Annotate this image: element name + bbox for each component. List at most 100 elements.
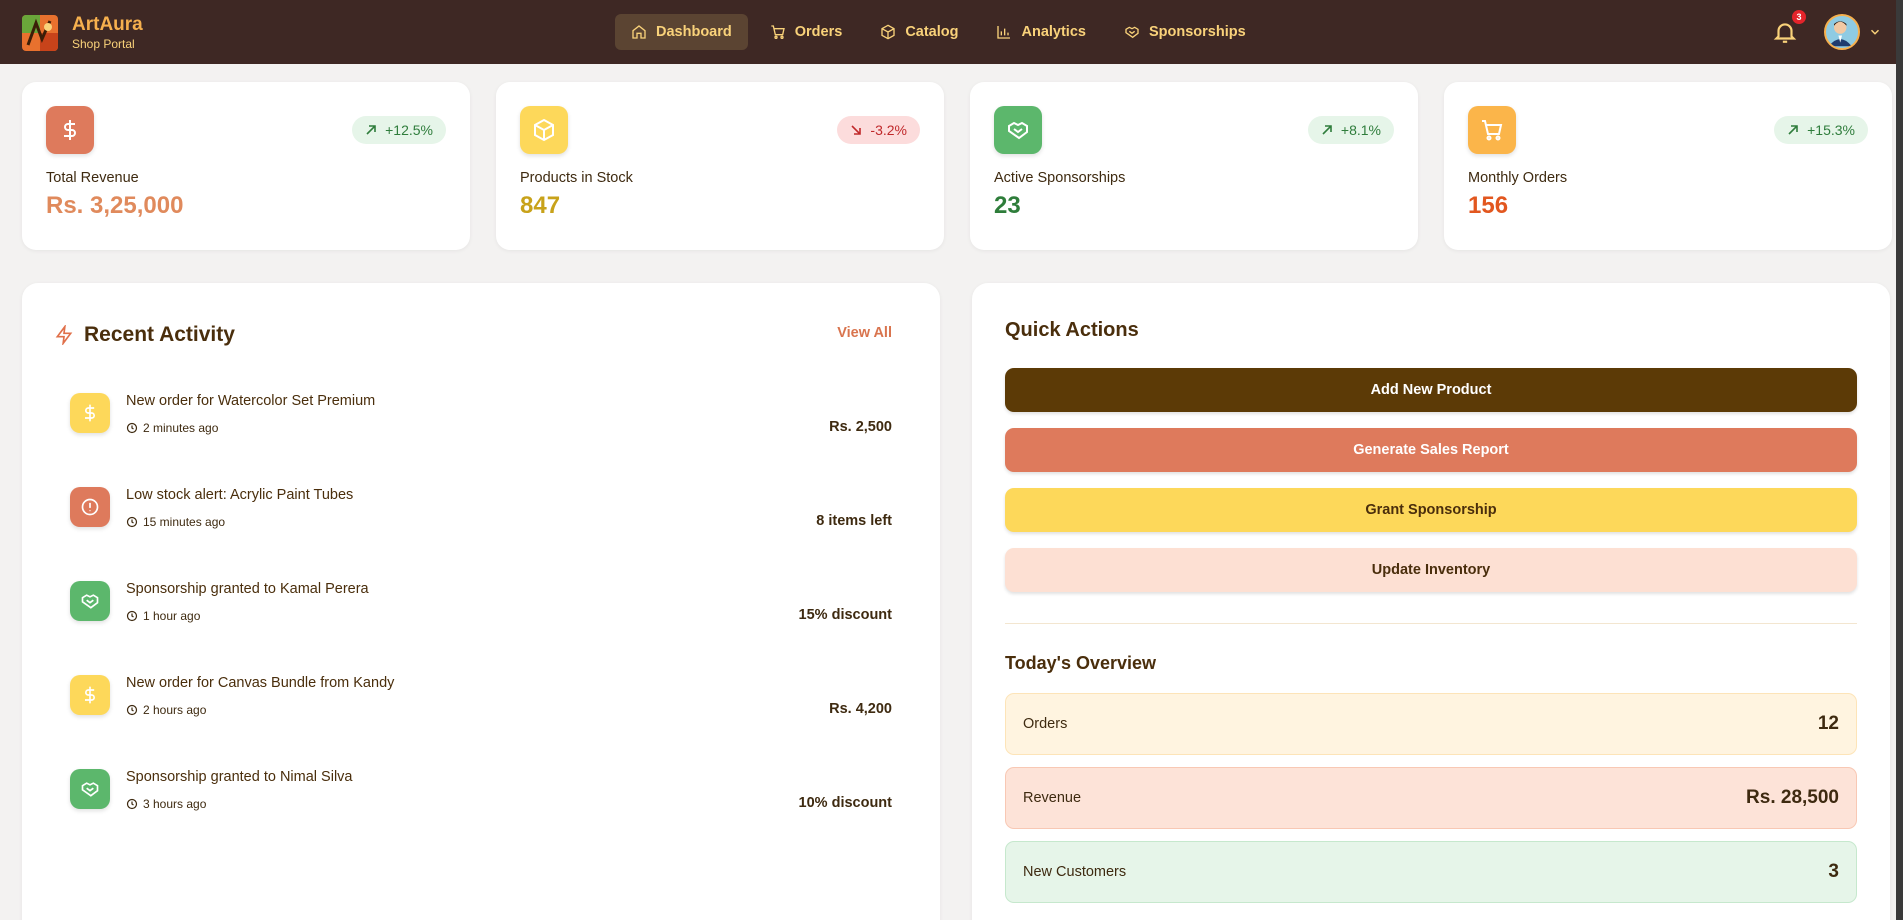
time-text: 3 hours ago	[143, 797, 207, 811]
stat-value: Rs. 3,25,000	[46, 192, 184, 219]
stat-card-revenue: +12.5% Total Revenue Rs. 3,25,000	[22, 82, 470, 250]
box-icon	[881, 24, 895, 40]
arrow-up-right-icon	[1788, 125, 1798, 135]
nav-dashboard[interactable]: Dashboard	[615, 14, 748, 50]
nav-dashboard-label: Dashboard	[656, 24, 732, 40]
handshake-icon	[994, 106, 1042, 154]
handshake-icon	[70, 581, 110, 621]
stat-label: Total Revenue	[46, 170, 139, 186]
bar-chart-icon	[997, 26, 1011, 39]
nav-sponsorships-label: Sponsorships	[1148, 24, 1246, 40]
activity-value: 15% discount	[798, 607, 892, 623]
stat-label: Products in Stock	[520, 170, 633, 186]
overview-value: 12	[1817, 713, 1839, 734]
dollar-icon	[70, 393, 110, 433]
overview-label: Orders	[1023, 716, 1068, 732]
section-title: Recent Activity	[84, 323, 235, 346]
stat-label: Monthly Orders	[1468, 170, 1568, 186]
overview-row-orders: Orders 12	[1005, 693, 1857, 755]
trend-badge: +15.3%	[1774, 116, 1868, 144]
time-text: 15 minutes ago	[143, 515, 226, 529]
trend-value: +8.1%	[1340, 122, 1381, 138]
activity-value: Rs. 2,500	[829, 419, 892, 435]
overview-title: Today's Overview	[1005, 653, 1157, 673]
overview-row-new-customers: New Customers 3	[1005, 841, 1857, 903]
nav-catalog[interactable]: Catalog	[864, 14, 974, 50]
window-edge	[1896, 0, 1903, 920]
nav-analytics[interactable]: Analytics	[980, 14, 1101, 50]
activity-text: Sponsorship granted to Kamal Perera	[126, 581, 369, 597]
activity-time: 2 hours ago	[126, 703, 206, 717]
trend-value: +15.3%	[1807, 122, 1855, 138]
alert-icon	[70, 487, 110, 527]
activity-time: 15 minutes ago	[126, 515, 225, 529]
stat-value: 156	[1468, 192, 1509, 219]
lightning-icon	[55, 325, 73, 345]
activity-text: Low stock alert: Acrylic Paint Tubes	[126, 487, 354, 503]
list-item[interactable]: New order for Canvas Bundle from Kandy 2…	[70, 675, 892, 769]
arrow-down-right-icon	[851, 125, 862, 135]
notification-badge: 3	[1792, 10, 1806, 24]
list-item[interactable]: New order for Watercolor Set Premium 2 m…	[70, 393, 892, 487]
clock-icon	[126, 422, 138, 434]
stat-card-stock: -3.2% Products in Stock 847	[496, 82, 944, 250]
time-text: 2 hours ago	[143, 703, 207, 717]
nav-catalog-label: Catalog	[905, 24, 959, 40]
nav-sponsorships[interactable]: Sponsorships	[1108, 14, 1262, 50]
grant-sponsorship-button[interactable]: Grant Sponsorship	[1005, 488, 1857, 532]
trend-badge: +8.1%	[1307, 116, 1394, 144]
stat-value: 23	[994, 192, 1021, 219]
nav-analytics-label: Analytics	[1021, 24, 1086, 40]
divider	[1005, 623, 1857, 624]
quick-actions-panel: Quick Actions Add New Product Generate S…	[972, 283, 1890, 920]
clock-icon	[126, 704, 138, 716]
handshake-icon	[70, 769, 110, 809]
list-item[interactable]: Sponsorship granted to Kamal Perera 1 ho…	[70, 581, 892, 675]
trend-value: -3.2%	[870, 122, 907, 138]
generate-sales-report-button[interactable]: Generate Sales Report	[1005, 428, 1857, 472]
list-item[interactable]: Low stock alert: Acrylic Paint Tubes 15 …	[70, 487, 892, 581]
add-new-product-button[interactable]: Add New Product	[1005, 368, 1857, 412]
stat-value: 847	[520, 192, 561, 219]
brand-subtitle: Shop Portal	[72, 37, 135, 51]
activity-time: 2 minutes ago	[126, 421, 218, 435]
trend-badge: +12.5%	[352, 116, 446, 144]
recent-activity-panel: Recent Activity View All New order for W…	[22, 283, 940, 920]
list-item[interactable]: Sponsorship granted to Nimal Silva 3 hou…	[70, 769, 892, 863]
arrow-up-right-icon	[1322, 125, 1332, 135]
trend-value: +12.5%	[385, 122, 433, 138]
top-nav-bar: ArtAura Shop Portal Dashboard Orders Cat…	[0, 0, 1903, 64]
home-icon	[632, 25, 646, 39]
overview-label: New Customers	[1023, 864, 1127, 880]
cart-icon	[1468, 106, 1516, 154]
stat-label: Active Sponsorships	[994, 170, 1126, 186]
nav-orders[interactable]: Orders	[754, 14, 859, 50]
box-icon	[520, 106, 568, 154]
time-text: 1 hour ago	[143, 609, 201, 623]
activity-time: 3 hours ago	[126, 797, 206, 811]
activity-value: 10% discount	[798, 795, 892, 811]
section-title: Quick Actions	[1005, 319, 1139, 341]
overview-value: 3	[1828, 861, 1839, 882]
activity-value: 8 items left	[816, 513, 892, 529]
bell-icon[interactable]	[1772, 19, 1798, 45]
activity-time: 1 hour ago	[126, 609, 200, 623]
trend-badge: -3.2%	[837, 116, 920, 144]
activity-text: Sponsorship granted to Nimal Silva	[126, 769, 353, 785]
overview-value: Rs. 28,500	[1746, 787, 1839, 808]
nav-orders-label: Orders	[794, 24, 843, 40]
brand-name: ArtAura	[72, 14, 143, 35]
dollar-icon	[46, 106, 94, 154]
view-all-link[interactable]: View All	[837, 325, 892, 341]
stat-card-orders: +15.3% Monthly Orders 156	[1444, 82, 1892, 250]
chevron-down-icon[interactable]	[1868, 25, 1882, 39]
update-inventory-button[interactable]: Update Inventory	[1005, 548, 1857, 592]
avatar[interactable]	[1824, 14, 1860, 50]
brand[interactable]: ArtAura Shop Portal	[22, 14, 143, 52]
handshake-icon	[1125, 26, 1139, 39]
logo-icon	[22, 15, 58, 51]
time-text: 2 minutes ago	[143, 421, 219, 435]
main-nav: Dashboard Orders Catalog Analytics Spons…	[615, 14, 1268, 50]
clock-icon	[126, 798, 138, 810]
activity-value: Rs. 4,200	[829, 701, 892, 717]
